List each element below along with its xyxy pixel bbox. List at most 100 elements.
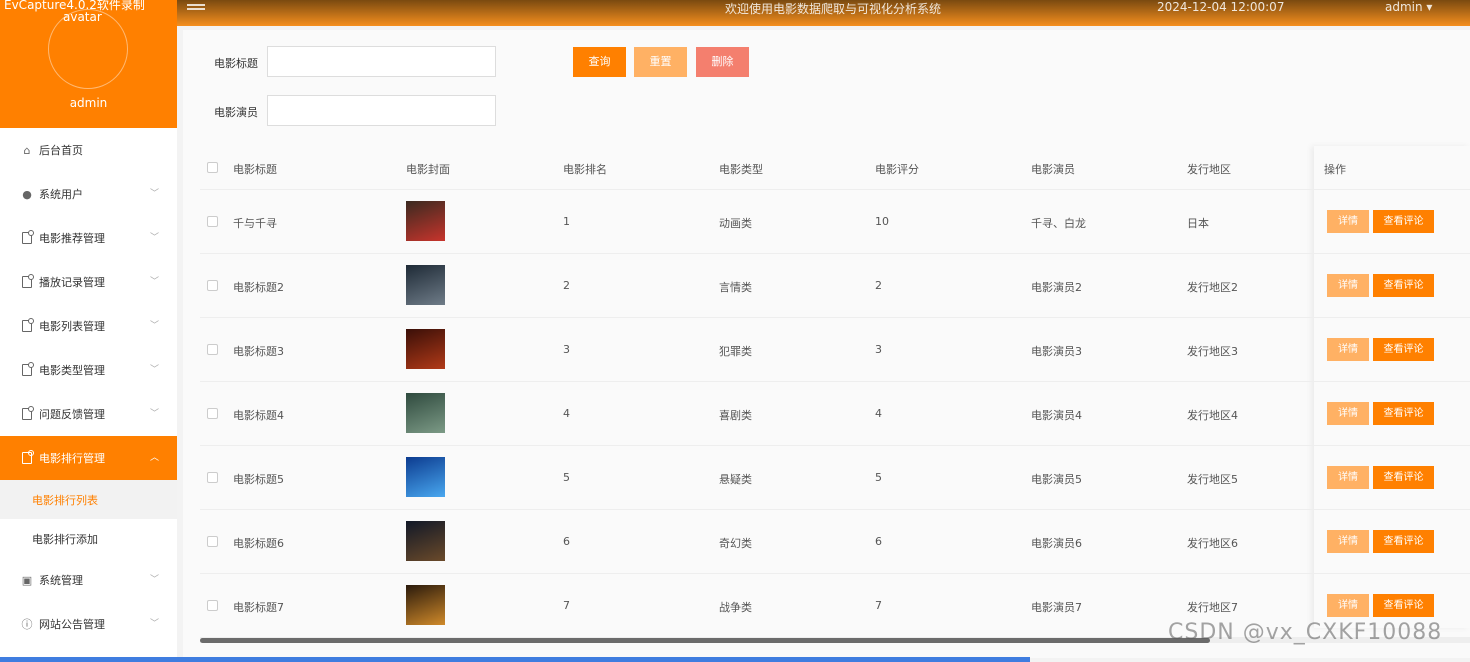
cell-region: 发行地区2 — [1187, 281, 1238, 294]
csdn-watermark: CSDN @vx_CXKF10088 — [1168, 620, 1443, 645]
sidebar-item-label: 电影类型管理 — [39, 364, 105, 377]
row-checkbox[interactable] — [207, 472, 218, 483]
detail-button[interactable]: 详情 — [1327, 594, 1369, 617]
sidebar-item-5[interactable]: 电影列表管理 ﹀ — [0, 304, 177, 348]
view-comments-button[interactable]: 查看评论 — [1373, 338, 1434, 361]
chevron-down-icon: ﹀ — [149, 189, 159, 199]
sidebar-item-3[interactable]: 电影推荐管理 ﹀ — [0, 216, 177, 260]
cell-rank: 7 — [563, 599, 570, 612]
detail-button[interactable]: 详情 — [1327, 530, 1369, 553]
sidebar-item-label: 网站公告管理 — [39, 618, 105, 631]
cell-region: 发行地区3 — [1187, 345, 1238, 358]
detail-button[interactable]: 详情 — [1327, 338, 1369, 361]
view-comments-button[interactable]: 查看评论 — [1373, 210, 1434, 233]
column-header: 电影排名 — [563, 163, 607, 176]
cell-score: 2 — [875, 279, 882, 292]
reset-button[interactable]: 重置 — [634, 47, 687, 77]
detail-button[interactable]: 详情 — [1327, 274, 1369, 297]
query-button[interactable]: 查询 — [573, 47, 626, 77]
user-icon: ● — [22, 187, 32, 201]
view-comments-button[interactable]: 查看评论 — [1373, 466, 1434, 489]
title-search-label: 电影标题 — [214, 57, 258, 70]
cell-rank: 5 — [563, 471, 570, 484]
sidebar-item-label: 电影排行管理 — [39, 452, 105, 465]
row-checkbox[interactable] — [207, 536, 218, 547]
movie-cover-image — [406, 265, 445, 305]
cell-actor: 电影演员7 — [1031, 601, 1082, 614]
sidebar-subitem-2[interactable]: 电影排行添加 — [0, 519, 177, 558]
column-header: 电影评分 — [875, 163, 919, 176]
sidebar-item-10[interactable]: ⓘ 网站公告管理 ﹀ — [0, 602, 177, 646]
header-bar: 欢迎使用电影数据爬取与可视化分析系统 2024-12-04 12:00:07 a… — [177, 0, 1470, 26]
view-comments-button[interactable]: 查看评论 — [1373, 530, 1434, 553]
row-checkbox[interactable] — [207, 216, 218, 227]
chevron-down-icon: ﹀ — [149, 233, 159, 243]
cell-rank: 4 — [563, 407, 570, 420]
table-row[interactable]: 电影标题3 3 犯罪类 3 电影演员3 发行地区3 详情 查看评论 — [200, 318, 1470, 382]
detail-button[interactable]: 详情 — [1327, 402, 1369, 425]
cell-region: 发行地区6 — [1187, 537, 1238, 550]
sidebar-item-label: 播放记录管理 — [39, 276, 105, 289]
select-all-checkbox[interactable] — [207, 162, 218, 173]
table-row[interactable]: 千与千寻 1 动画类 10 千寻、白龙 日本 详情 查看评论 — [200, 190, 1470, 254]
cell-title: 电影标题2 — [233, 281, 284, 294]
cell-region: 日本 — [1187, 217, 1209, 230]
sidebar-subitem-1[interactable]: 电影排行列表 — [0, 480, 177, 519]
column-header: 电影演员 — [1031, 163, 1075, 176]
actor-search-input[interactable] — [267, 95, 496, 126]
cell-actor: 电影演员5 — [1031, 473, 1082, 486]
column-header: 电影类型 — [719, 163, 763, 176]
detail-button[interactable]: 详情 — [1327, 466, 1369, 489]
cell-type: 犯罪类 — [719, 345, 752, 358]
sidebar-item-4[interactable]: 播放记录管理 ﹀ — [0, 260, 177, 304]
view-comments-button[interactable]: 查看评论 — [1373, 594, 1434, 617]
sidebar-item-7[interactable]: 问题反馈管理 ﹀ — [0, 392, 177, 436]
header-user-menu[interactable]: admin ▾ — [1385, 0, 1432, 14]
sidebar-item-9[interactable]: ▣ 系统管理 ﹀ — [0, 558, 177, 602]
cell-region: 发行地区7 — [1187, 601, 1238, 614]
movie-cover-image — [406, 585, 445, 625]
sidebar-item-6[interactable]: 电影类型管理 ﹀ — [0, 348, 177, 392]
sidebar-item-2[interactable]: ● 系统用户 ﹀ — [0, 172, 177, 216]
chevron-down-icon: ﹀ — [149, 619, 159, 629]
row-checkbox[interactable] — [207, 408, 218, 419]
table-row[interactable]: 电影标题5 5 悬疑类 5 电影演员5 发行地区5 详情 查看评论 — [200, 446, 1470, 510]
cell-title: 千与千寻 — [233, 217, 277, 230]
cell-score: 5 — [875, 471, 882, 484]
cell-score: 7 — [875, 599, 882, 612]
column-header: 发行地区 — [1187, 163, 1231, 176]
row-checkbox[interactable] — [207, 280, 218, 291]
menu-toggle-icon[interactable] — [187, 4, 205, 14]
row-checkbox[interactable] — [207, 600, 218, 611]
taskbar-edge — [0, 657, 1030, 662]
movie-cover-image — [406, 393, 445, 433]
cell-title: 电影标题5 — [233, 473, 284, 486]
title-search-input[interactable] — [267, 46, 496, 77]
table-row[interactable]: 电影标题2 2 言情类 2 电影演员2 发行地区2 详情 查看评论 — [200, 254, 1470, 318]
table-row[interactable]: 电影标题6 6 奇幻类 6 电影演员6 发行地区6 详情 查看评论 — [200, 510, 1470, 574]
row-checkbox[interactable] — [207, 344, 218, 355]
detail-button[interactable]: 详情 — [1327, 210, 1369, 233]
view-comments-button[interactable]: 查看评论 — [1373, 274, 1434, 297]
cell-rank: 6 — [563, 535, 570, 548]
sidebar: avatar admin ⌂ 后台首页 ● 系统用户 ﹀ 电影推荐管理 ﹀ 播放记录管理 ﹀ 电影… — [0, 0, 177, 662]
profile-panel: avatar admin — [0, 0, 177, 128]
cell-title: 电影标题4 — [233, 409, 284, 422]
chevron-down-icon: ﹀ — [149, 409, 159, 419]
image-icon: ▣ — [21, 573, 33, 587]
cell-rank: 1 — [563, 215, 570, 228]
delete-button[interactable]: 删除 — [696, 47, 749, 77]
scrollbar-thumb[interactable] — [200, 638, 1210, 643]
sidebar-item-8[interactable]: 电影排行管理 ︿ — [0, 436, 177, 480]
cell-score: 4 — [875, 407, 882, 420]
table-row[interactable]: 电影标题4 4 喜剧类 4 电影演员4 发行地区4 详情 查看评论 — [200, 382, 1470, 446]
sidebar-item-1[interactable]: ⌂ 后台首页 — [0, 128, 177, 172]
sidebar-item-label: 后台首页 — [39, 144, 83, 157]
avatar[interactable]: avatar — [48, 9, 128, 89]
username: admin — [69, 96, 108, 110]
movie-cover-image — [406, 521, 445, 561]
cell-type: 喜剧类 — [719, 409, 752, 422]
view-comments-button[interactable]: 查看评论 — [1373, 402, 1434, 425]
cell-rank: 3 — [563, 343, 570, 356]
chevron-down-icon: ﹀ — [149, 277, 159, 287]
